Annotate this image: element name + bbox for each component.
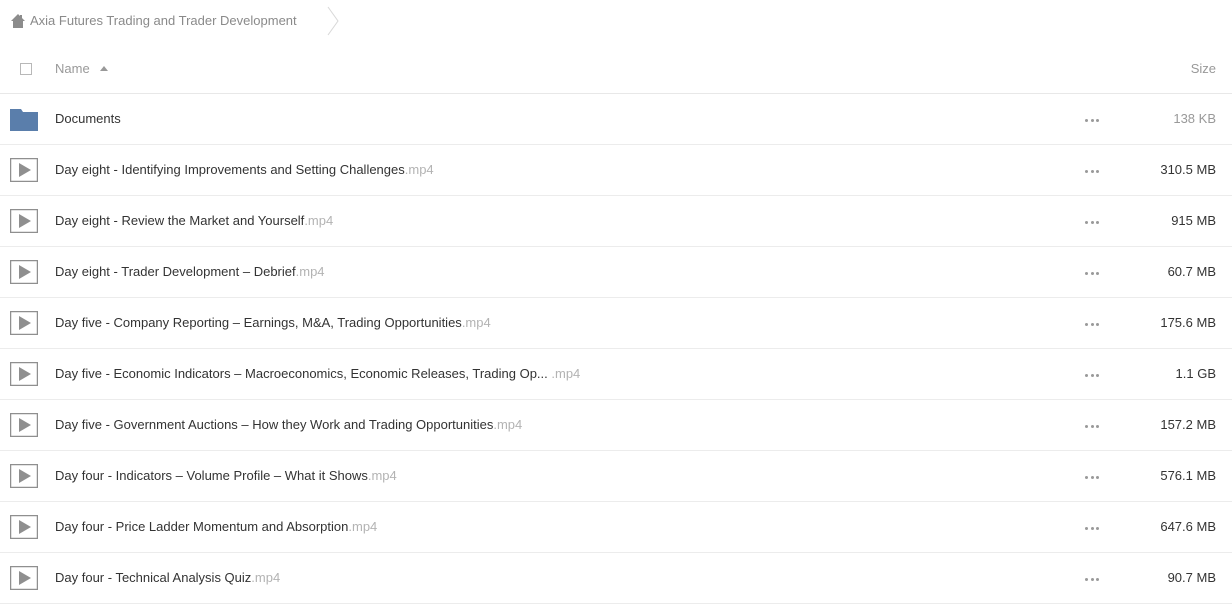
file-extension: .mp4 <box>493 417 523 432</box>
file-name[interactable]: Day five - Company Reporting – Earnings,… <box>55 315 491 330</box>
folder-row[interactable]: Documents 138 KB <box>0 94 1232 145</box>
file-row[interactable]: Day eight - Trader Development – Debrief… <box>0 247 1232 298</box>
file-name[interactable]: Day four - Indicators – Volume Profile –… <box>55 468 397 483</box>
more-options-icon[interactable] <box>1084 520 1100 536</box>
video-icon <box>10 464 38 488</box>
file-row[interactable]: Day four - Indicators – Volume Profile –… <box>0 451 1232 502</box>
file-size: 647.6 MB <box>1160 519 1216 534</box>
file-name[interactable]: Day eight - Identifying Improvements and… <box>55 162 434 177</box>
file-size: 157.2 MB <box>1160 417 1216 432</box>
file-row[interactable]: Day four - Price Ladder Momentum and Abs… <box>0 502 1232 553</box>
video-icon <box>10 515 38 539</box>
file-size: 310.5 MB <box>1160 162 1216 177</box>
file-name[interactable]: Day four - Technical Analysis Quiz.mp4 <box>55 570 280 585</box>
more-options-icon[interactable] <box>1084 571 1100 587</box>
more-options-icon[interactable] <box>1084 418 1100 434</box>
breadcrumb: Axia Futures Trading and Trader Developm… <box>0 0 1232 43</box>
video-icon <box>10 311 38 335</box>
file-name-base: Day four - Indicators – Volume Profile –… <box>55 468 368 483</box>
file-extension: .mp4 <box>304 213 334 228</box>
file-name-base: Day eight - Trader Development – Debrief <box>55 264 296 279</box>
file-row[interactable]: Day four - Technical Analysis Quiz.mp4 90… <box>0 553 1232 604</box>
video-icon <box>10 566 38 590</box>
breadcrumb-folder-link[interactable]: Axia Futures Trading and Trader Developm… <box>30 13 297 28</box>
file-name-base: Day five - Government Auctions – How the… <box>55 417 494 432</box>
file-name-base: Day eight - Review the Market and Yourse… <box>55 213 305 228</box>
home-icon[interactable] <box>10 13 26 29</box>
file-extension: .mp4 <box>348 519 378 534</box>
file-name-base: Day four - Price Ladder Momentum and Abs… <box>55 519 349 534</box>
video-icon <box>10 413 38 437</box>
file-extension: .mp4 <box>404 162 434 177</box>
name-column-header[interactable]: Name <box>55 61 90 76</box>
file-row[interactable]: Day eight - Identifying Improvements and… <box>0 145 1232 196</box>
video-icon <box>10 260 38 284</box>
file-extension: .mp4 <box>551 366 581 381</box>
file-extension: .mp4 <box>251 570 281 585</box>
file-size: 576.1 MB <box>1160 468 1216 483</box>
folder-icon <box>10 109 38 131</box>
sort-ascending-icon[interactable] <box>100 66 108 71</box>
file-name-base: Day five - Economic Indicators – Macroec… <box>55 366 552 381</box>
video-icon <box>10 209 38 233</box>
file-name-base: Day five - Company Reporting – Earnings,… <box>55 315 462 330</box>
more-options-icon[interactable] <box>1084 367 1100 383</box>
file-name-base: Day four - Technical Analysis Quiz <box>55 570 252 585</box>
more-options-icon[interactable] <box>1084 316 1100 332</box>
more-options-icon[interactable] <box>1084 265 1100 281</box>
file-name[interactable]: Day eight - Review the Market and Yourse… <box>55 213 333 228</box>
file-row[interactable]: Day five - Company Reporting – Earnings,… <box>0 298 1232 349</box>
file-name[interactable]: Documents <box>55 111 121 126</box>
more-options-icon[interactable] <box>1084 112 1100 128</box>
file-name[interactable]: Day five - Economic Indicators – Macroec… <box>55 366 580 381</box>
file-extension: .mp4 <box>367 468 397 483</box>
video-icon <box>10 158 38 182</box>
select-all-checkbox[interactable] <box>20 63 32 75</box>
more-options-icon[interactable] <box>1084 163 1100 179</box>
file-size: 1.1 GB <box>1175 366 1216 381</box>
file-row[interactable]: Day five - Economic Indicators – Macroec… <box>0 349 1232 400</box>
file-name[interactable]: Day five - Government Auctions – How the… <box>55 417 522 432</box>
video-icon <box>10 362 38 386</box>
file-size: 175.6 MB <box>1160 315 1216 330</box>
file-extension: .mp4 <box>295 264 325 279</box>
more-options-icon[interactable] <box>1084 214 1100 230</box>
file-row[interactable]: Day eight - Review the Market and Yourse… <box>0 196 1232 247</box>
file-size: 90.7 MB <box>1167 570 1216 585</box>
file-size: 60.7 MB <box>1167 264 1216 279</box>
file-row[interactable]: Day five - Government Auctions – How the… <box>0 400 1232 451</box>
file-size: 138 KB <box>1173 111 1216 126</box>
size-column-header[interactable]: Size <box>1191 61 1216 76</box>
file-name-base: Day eight - Identifying Improvements and… <box>55 162 405 177</box>
more-options-icon[interactable] <box>1084 469 1100 485</box>
file-name[interactable]: Day four - Price Ladder Momentum and Abs… <box>55 519 377 534</box>
file-name[interactable]: Day eight - Trader Development – Debrief… <box>55 264 325 279</box>
list-header: Name Size <box>0 44 1232 94</box>
file-extension: .mp4 <box>461 315 491 330</box>
file-list: Documents 138 KB Day eight - Identifying I… <box>0 94 1232 604</box>
breadcrumb-separator-icon <box>327 6 339 36</box>
file-name-base: Documents <box>55 111 121 126</box>
file-size: 915 MB <box>1171 213 1216 228</box>
